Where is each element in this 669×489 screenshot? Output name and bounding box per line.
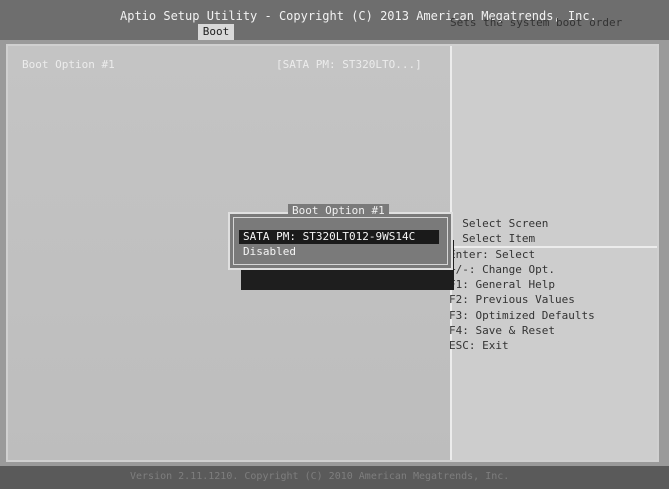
key-change-opt: +/-: Change Opt. bbox=[449, 262, 555, 276]
help-description: Sets the system boot order bbox=[450, 16, 623, 29]
version-text: Version 2.11.1210. Copyright (C) 2010 Am… bbox=[130, 471, 510, 482]
boot-option-1-value[interactable]: [SATA PM: ST320LTO...] bbox=[276, 58, 422, 71]
key-optimized-defaults: F3: Optimized Defaults bbox=[449, 308, 595, 322]
key-select-screen: : Select Screen bbox=[449, 217, 549, 230]
key-legend: : Select Screen : Select Item Enter: Sel… bbox=[449, 216, 595, 354]
key-previous-values: F2: Previous Values bbox=[449, 293, 575, 307]
popup-title: Boot Option #1 bbox=[288, 204, 389, 217]
key-enter-select: Enter: Select bbox=[449, 247, 536, 261]
popup-option-disabled[interactable]: Disabled bbox=[243, 245, 296, 258]
key-general-help: F1: General Help bbox=[449, 278, 555, 292]
key-esc-exit: ESC: Exit bbox=[449, 339, 509, 353]
boot-option-1-label[interactable]: Boot Option #1 bbox=[22, 58, 115, 71]
boot-option-popup: Boot Option #1 SATA PM: ST320LT012-9WS14… bbox=[228, 204, 453, 270]
key-save-reset: F4: Save & Reset bbox=[449, 324, 555, 338]
tab-boot[interactable]: Boot bbox=[198, 24, 234, 40]
popup-option-sata[interactable]: SATA PM: ST320LT012-9WS14C bbox=[239, 230, 439, 244]
key-select-item: : Select Item bbox=[449, 232, 536, 246]
